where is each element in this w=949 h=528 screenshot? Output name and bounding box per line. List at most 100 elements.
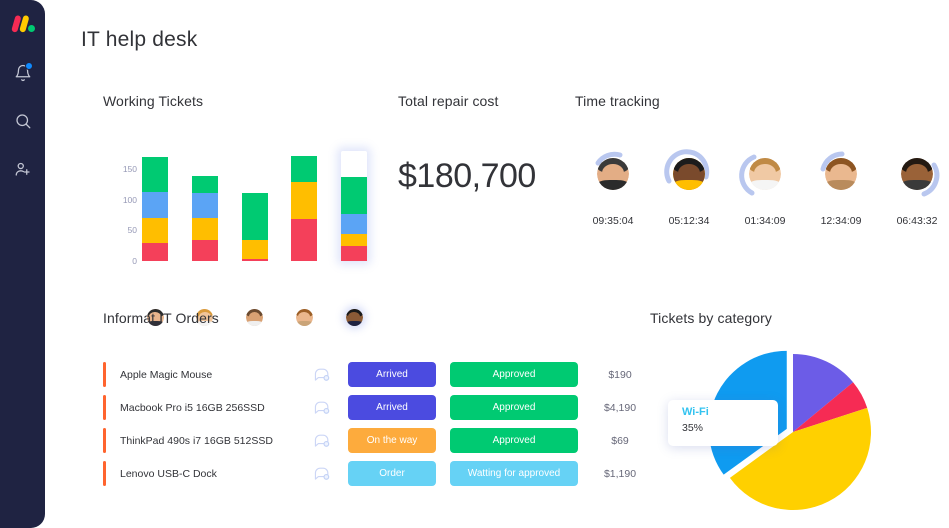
time-tracking-value: 09:35:04 xyxy=(592,215,634,227)
bar-segment xyxy=(291,181,318,220)
search-icon xyxy=(15,114,30,129)
chat-bubble-icon xyxy=(314,368,330,381)
avatar-face xyxy=(749,158,781,190)
bar-chart-y-tick: 100 xyxy=(122,194,137,205)
order-row[interactable]: Macbook Pro i5 16GB 256SSD Arrived Approve… xyxy=(103,391,636,424)
order-row[interactable]: ThinkPad 490s i7 16GB 512SSD On the way Ap… xyxy=(103,424,629,457)
bar-segment xyxy=(142,157,168,192)
bar-segment xyxy=(341,213,367,234)
notification-badge xyxy=(24,62,33,70)
bar-segment xyxy=(142,218,168,243)
tickets-by-category-card: Tickets by category Wi-Fi 35% xyxy=(650,310,949,515)
time-tracking-card: Time tracking 09:35:04 05:12:34 01:34:09 12… xyxy=(575,93,949,227)
bar-segment xyxy=(191,192,218,219)
tickets-by-category-title: Tickets by category xyxy=(650,310,772,326)
order-item-name: ThinkPad 490s i7 16GB 512SSD xyxy=(120,434,273,447)
order-price: $190 xyxy=(608,368,632,381)
bar-chart-bars xyxy=(142,151,367,261)
bar-segment xyxy=(291,155,318,182)
avatar-face xyxy=(901,158,933,190)
sidebar xyxy=(0,0,45,528)
time-tracking-entry[interactable]: 09:35:04 xyxy=(575,147,651,227)
time-tracking-entry[interactable]: 01:34:09 xyxy=(727,147,803,227)
pie-chart-tooltip: Wi-Fi 35% xyxy=(668,400,778,446)
order-status-pill[interactable]: Order xyxy=(348,461,436,486)
avatar xyxy=(749,158,781,190)
bar-segment xyxy=(191,239,218,261)
sidebar-item-notifications[interactable] xyxy=(8,58,38,88)
order-status-pill[interactable]: Arrived xyxy=(348,362,436,387)
it-orders-card: Informat IT Orders Apple Magic Mouse Arri… xyxy=(103,310,636,490)
time-progress-ring xyxy=(890,147,944,201)
invite-user-icon xyxy=(15,162,30,176)
logo-dot-green xyxy=(27,25,35,32)
total-repair-cost-value: $180,700 xyxy=(398,157,536,195)
order-comment-button[interactable] xyxy=(300,400,344,416)
time-tracking-title: Time tracking xyxy=(575,93,660,109)
sidebar-item-invite[interactable] xyxy=(8,154,38,184)
time-tracking-value: 01:34:09 xyxy=(744,215,786,227)
bar-segment xyxy=(191,176,218,193)
bar-segment xyxy=(241,193,268,240)
pie-chart: Wi-Fi 35% xyxy=(650,340,949,515)
time-tracking-entry[interactable]: 06:43:32 xyxy=(879,147,949,227)
pie-tooltip-value: 35% xyxy=(682,422,704,434)
order-approval-pill[interactable]: Approved xyxy=(450,428,578,453)
dashboard-root: IT help desk Working Tickets 0 50 100 150 T… xyxy=(0,0,949,528)
row-accent-bar xyxy=(103,428,106,453)
order-status-pill[interactable]: On the way xyxy=(348,428,436,453)
order-item-name: Macbook Pro i5 16GB 256SSD xyxy=(120,401,265,414)
bar-chart-column[interactable] xyxy=(191,151,218,261)
time-progress-ring xyxy=(738,147,792,201)
order-comment-button[interactable] xyxy=(300,367,344,383)
time-tracking-list: 09:35:04 05:12:34 01:34:09 12:34:09 06:43:32 xyxy=(575,147,949,227)
row-accent-bar xyxy=(103,395,106,420)
bar-chart-column[interactable] xyxy=(241,151,268,261)
page-canvas: IT help desk Working Tickets 0 50 100 150 T… xyxy=(45,0,949,528)
order-row[interactable]: Lenovo USB-C Dock Order Watting for approv… xyxy=(103,457,636,490)
bar-chart: 0 50 100 150 xyxy=(109,151,369,326)
working-tickets-title: Working Tickets xyxy=(103,93,204,109)
bar-chart-column[interactable] xyxy=(341,151,367,261)
bar-segment xyxy=(291,219,318,261)
order-item-name: Apple Magic Mouse xyxy=(120,368,213,381)
time-progress-ring xyxy=(586,147,640,201)
bar-chart-y-axis: 0 50 100 150 xyxy=(109,143,137,266)
bar-segment xyxy=(341,233,367,246)
time-tracking-value: 06:43:32 xyxy=(896,215,938,227)
order-row[interactable]: Apple Magic Mouse Arrived Approved $190 xyxy=(103,358,632,391)
time-tracking-entry[interactable]: 05:12:34 xyxy=(651,147,727,227)
sidebar-item-search[interactable] xyxy=(8,106,38,136)
order-approval-pill[interactable]: Approved xyxy=(450,395,578,420)
pie-tooltip-label: Wi-Fi xyxy=(682,406,709,418)
working-tickets-card: Working Tickets 0 50 100 150 xyxy=(103,93,383,326)
time-tracking-entry[interactable]: 12:34:09 xyxy=(803,147,879,227)
avatar-face xyxy=(597,158,629,190)
it-orders-title: Informat IT Orders xyxy=(103,310,219,326)
bar-chart-y-tick: 150 xyxy=(122,164,137,175)
bar-chart-y-tick: 0 xyxy=(132,256,137,266)
time-tracking-value: 05:12:34 xyxy=(668,215,710,227)
chat-bubble-icon xyxy=(314,401,330,414)
order-comment-button[interactable] xyxy=(300,466,344,482)
chat-bubble-icon xyxy=(314,467,330,480)
bar-segment xyxy=(241,259,268,261)
bar-segment xyxy=(191,218,218,240)
bar-chart-column[interactable] xyxy=(291,151,318,261)
order-approval-pill[interactable]: Approved xyxy=(450,362,578,387)
bar-chart-column[interactable] xyxy=(142,151,168,261)
order-comment-button[interactable] xyxy=(300,433,344,449)
total-repair-cost-card: Total repair cost $180,700 xyxy=(398,93,588,196)
avatar-face xyxy=(825,158,857,190)
avatar xyxy=(901,158,933,190)
monday-logo[interactable] xyxy=(10,14,36,33)
row-accent-bar xyxy=(103,362,106,387)
avatar xyxy=(825,158,857,190)
page-title: IT help desk xyxy=(81,28,198,51)
order-item-name: Lenovo USB-C Dock xyxy=(120,467,217,480)
bar-segment xyxy=(341,177,367,214)
bar-segment xyxy=(241,239,268,260)
order-status-pill[interactable]: Arrived xyxy=(348,395,436,420)
order-approval-pill[interactable]: Watting for approved xyxy=(450,461,578,486)
order-price: $4,190 xyxy=(603,401,637,414)
